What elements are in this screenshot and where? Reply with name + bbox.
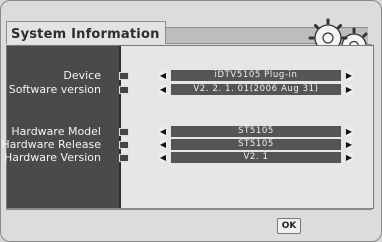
left-arrow-icon[interactable]: ◀ [159, 127, 167, 136]
row-marker-icon [119, 86, 129, 94]
device-value: iDTV5105 Plug-in [171, 70, 341, 81]
page-title: System Information [11, 27, 160, 42]
left-arrow-icon[interactable]: ◀ [159, 140, 167, 149]
left-arrow-icon[interactable]: ◀ [159, 71, 167, 80]
right-arrow-icon[interactable]: ▶ [345, 140, 353, 149]
ok-button[interactable]: OK [277, 218, 301, 234]
right-arrow-icon[interactable]: ▶ [345, 71, 353, 80]
row-marker-icon [119, 128, 129, 136]
title-box: System Information [6, 21, 166, 44]
row-marker-icon [119, 141, 129, 149]
footer-divider [6, 208, 372, 210]
right-arrow-icon[interactable]: ▶ [345, 153, 353, 162]
device-row: ◀ iDTV5105 Plug-in ▶ [159, 70, 353, 81]
software-version-row: ◀ V2. 2. 1. 01(2006 Aug 31) ▶ [159, 84, 353, 95]
right-arrow-icon[interactable]: ▶ [345, 127, 353, 136]
hardware-release-row: ◀ ST5105 ▶ [159, 139, 353, 150]
left-arrow-icon[interactable]: ◀ [159, 153, 167, 162]
hardware-release-label: Hardware Release [1, 138, 101, 151]
hardware-model-row: ◀ ST5105 ▶ [159, 126, 353, 137]
software-version-label: Software version [8, 83, 101, 96]
software-version-value: V2. 2. 1. 01(2006 Aug 31) [171, 84, 341, 95]
hardware-version-row: ◀ V2. 1 ▶ [159, 152, 353, 163]
hardware-version-label: Hardware Version [3, 151, 101, 164]
row-marker-icon [119, 72, 129, 80]
hardware-version-value: V2. 1 [171, 152, 341, 163]
info-panel: Device Software version Hardware Model H… [1, 45, 374, 209]
row-marker-icon [119, 154, 129, 162]
hardware-model-value: ST5105 [171, 126, 341, 137]
right-arrow-icon[interactable]: ▶ [345, 85, 353, 94]
left-arrow-icon[interactable]: ◀ [159, 85, 167, 94]
hardware-model-label: Hardware Model [11, 125, 101, 138]
column-divider [119, 46, 121, 208]
device-label: Device [63, 69, 101, 82]
hardware-release-value: ST5105 [171, 139, 341, 150]
